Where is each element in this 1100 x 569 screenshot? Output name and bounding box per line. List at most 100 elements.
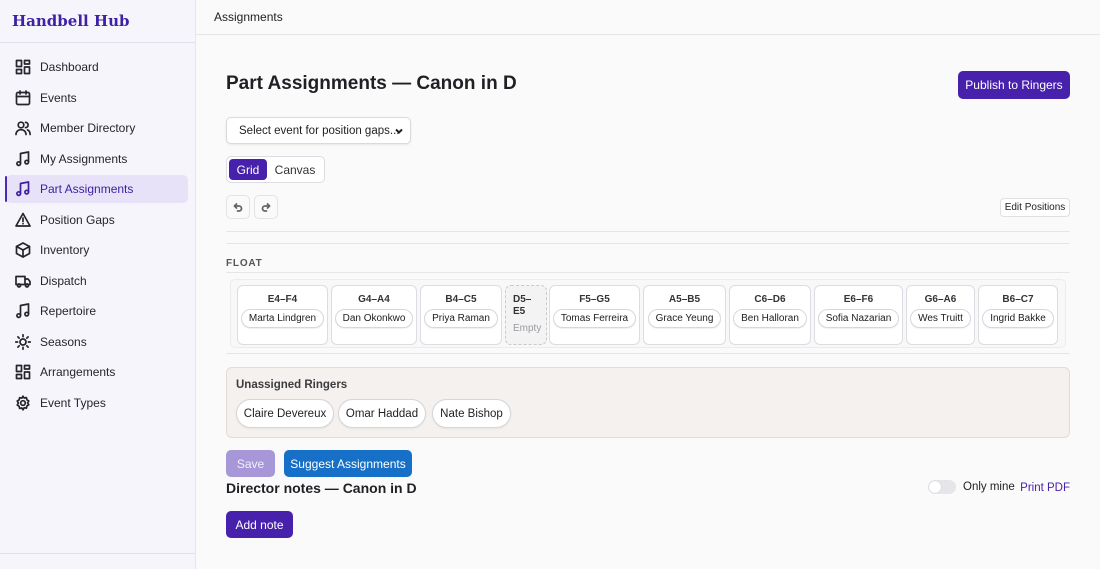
- position-card[interactable]: C6–D6 Ben Halloran: [729, 285, 811, 345]
- ringer-chip[interactable]: Ben Halloran: [733, 309, 807, 328]
- toggle-knob: [929, 481, 941, 493]
- sidebar-item-position-gaps[interactable]: Position Gaps: [6, 206, 188, 234]
- sidebar-item-events[interactable]: Events: [6, 84, 188, 112]
- sidebar: Handbell Hub Dashboard Events Member Dir…: [0, 0, 196, 569]
- sidebar-item-seasons[interactable]: Seasons: [6, 328, 188, 356]
- ringer-chip[interactable]: Priya Raman: [424, 309, 498, 328]
- divider: [226, 243, 1070, 244]
- sidebar-item-label: Member Directory: [40, 121, 136, 135]
- sidebar-item-dashboard[interactable]: Dashboard: [6, 53, 188, 81]
- director-notes-title: Director notes — Canon in D: [226, 480, 417, 496]
- position-card[interactable]: E4–F4 Marta Lindgren: [237, 285, 328, 345]
- redo-button[interactable]: [254, 195, 278, 219]
- edit-positions-button[interactable]: Edit Positions: [1000, 198, 1070, 217]
- ringer-chip[interactable]: Dan Okonkwo: [334, 309, 414, 328]
- position-card[interactable]: G4–A4 Dan Okonkwo: [331, 285, 417, 345]
- unassigned-ringers-panel: Unassigned Ringers Claire Devereux Omar …: [226, 367, 1070, 438]
- print-pdf-link[interactable]: Print PDF: [1020, 482, 1070, 494]
- position-card[interactable]: G6–A6 Wes Truitt: [906, 285, 975, 345]
- sidebar-item-member-directory[interactable]: Member Directory: [6, 114, 188, 142]
- position-range: G6–A6: [924, 294, 957, 305]
- tab-grid[interactable]: Grid: [229, 159, 267, 180]
- position-card[interactable]: A5–B5 Grace Yeung: [643, 285, 726, 345]
- sidebar-item-label: My Assignments: [40, 151, 128, 166]
- only-mine-label: Only mine: [963, 481, 1015, 493]
- only-mine-toggle[interactable]: Only mine: [928, 480, 1015, 494]
- dashboard-icon: [15, 59, 31, 75]
- music-note-icon: [15, 303, 31, 319]
- ringer-chip[interactable]: Sofia Nazarian: [817, 309, 900, 328]
- brand-logo[interactable]: Handbell Hub: [0, 0, 195, 43]
- sidebar-item-label: Seasons: [40, 334, 87, 349]
- suggest-assignments-button[interactable]: Suggest Assignments: [284, 450, 412, 477]
- position-range: C6–D6: [754, 294, 786, 305]
- sidebar-item-arrangements[interactable]: Arrangements: [6, 358, 188, 386]
- chevron-down-icon: [394, 126, 404, 136]
- unassigned-ringers-title: Unassigned Ringers: [236, 379, 348, 391]
- ringer-chip[interactable]: Grace Yeung: [647, 309, 722, 328]
- position-range: E6–F6: [843, 294, 874, 305]
- unassigned-ringer-chip[interactable]: Omar Haddad: [338, 399, 426, 428]
- sidebar-item-label: Dispatch: [40, 273, 87, 288]
- music-note-icon: [15, 181, 31, 197]
- gear-icon: [15, 394, 31, 411]
- position-range: B4–C5: [445, 294, 477, 305]
- sidebar-item-inventory[interactable]: Inventory: [6, 236, 188, 264]
- position-range: D5– E5: [513, 294, 546, 318]
- ringer-chip[interactable]: Tomas Ferreira: [552, 309, 637, 328]
- position-range: B6–C7: [1002, 294, 1034, 305]
- position-card[interactable]: E6–F6 Sofia Nazarian: [814, 285, 903, 345]
- tab-canvas[interactable]: Canvas: [267, 159, 323, 180]
- sidebar-footer-divider: [0, 553, 195, 554]
- position-range: G4–A4: [358, 294, 390, 305]
- sidebar-item-my-assignments[interactable]: My Assignments: [6, 145, 188, 173]
- breadcrumb: Assignments: [214, 10, 283, 24]
- publish-to-ringers-button[interactable]: Publish to Ringers: [958, 71, 1070, 99]
- event-select[interactable]: Select event for position gaps...: [226, 117, 411, 144]
- toggle-switch[interactable]: [928, 480, 956, 494]
- sidebar-item-event-types[interactable]: Event Types: [6, 389, 188, 417]
- redo-icon: [261, 203, 271, 212]
- calendar-icon: [15, 89, 31, 106]
- ringer-chip[interactable]: Wes Truitt: [910, 309, 971, 328]
- sidebar-item-label: Event Types: [40, 395, 106, 410]
- ringer-chip[interactable]: Ingrid Bakke: [982, 309, 1054, 328]
- sidebar-nav: Dashboard Events Member Directory My Ass…: [0, 43, 195, 417]
- sidebar-item-label: Part Assignments: [40, 182, 134, 196]
- warning-icon: [15, 212, 31, 228]
- music-note-icon: [15, 150, 31, 167]
- view-toggle: Grid Canvas: [226, 156, 325, 183]
- position-range: E4–F4: [267, 294, 298, 305]
- sidebar-item-label: Repertoire: [40, 304, 97, 318]
- empty-position-slot[interactable]: D5– E5 Empty: [505, 285, 547, 345]
- position-card[interactable]: B4–C5 Priya Raman: [420, 285, 502, 345]
- sun-icon: [15, 333, 31, 350]
- sidebar-item-repertoire[interactable]: Repertoire: [6, 297, 188, 325]
- divider: [226, 353, 1070, 354]
- sidebar-item-label: Inventory: [40, 243, 90, 257]
- main-content: Part Assignments — Canon in D Publish to…: [226, 35, 1070, 569]
- box-icon: [15, 242, 31, 258]
- float-section-label: FLOAT: [226, 258, 263, 269]
- sidebar-item-label: Events: [40, 90, 77, 105]
- position-card[interactable]: B6–C7 Ingrid Bakke: [978, 285, 1058, 345]
- sidebar-item-part-assignments[interactable]: Part Assignments: [5, 175, 188, 203]
- float-position-row: E4–F4 Marta Lindgren G4–A4 Dan Okonkwo B…: [230, 279, 1066, 348]
- empty-label: Empty: [513, 323, 542, 334]
- divider: [226, 231, 1070, 232]
- save-button[interactable]: Save: [226, 450, 275, 477]
- ringer-chip[interactable]: Marta Lindgren: [240, 309, 325, 328]
- unassigned-ringer-chip[interactable]: Claire Devereux: [236, 399, 334, 428]
- users-icon: [15, 120, 31, 136]
- position-card[interactable]: F5–G5 Tomas Ferreira: [549, 285, 640, 345]
- position-range-line: E5: [513, 306, 526, 317]
- unassigned-ringer-chip[interactable]: Nate Bishop: [432, 399, 511, 428]
- page-title: Part Assignments — Canon in D: [226, 73, 517, 94]
- sidebar-item-label: Dashboard: [40, 60, 99, 74]
- sidebar-item-label: Arrangements: [40, 365, 116, 379]
- undo-button[interactable]: [226, 195, 250, 219]
- undo-icon: [233, 203, 243, 212]
- add-note-button[interactable]: Add note: [226, 511, 293, 538]
- sidebar-item-label: Position Gaps: [40, 212, 115, 227]
- sidebar-item-dispatch[interactable]: Dispatch: [6, 267, 188, 295]
